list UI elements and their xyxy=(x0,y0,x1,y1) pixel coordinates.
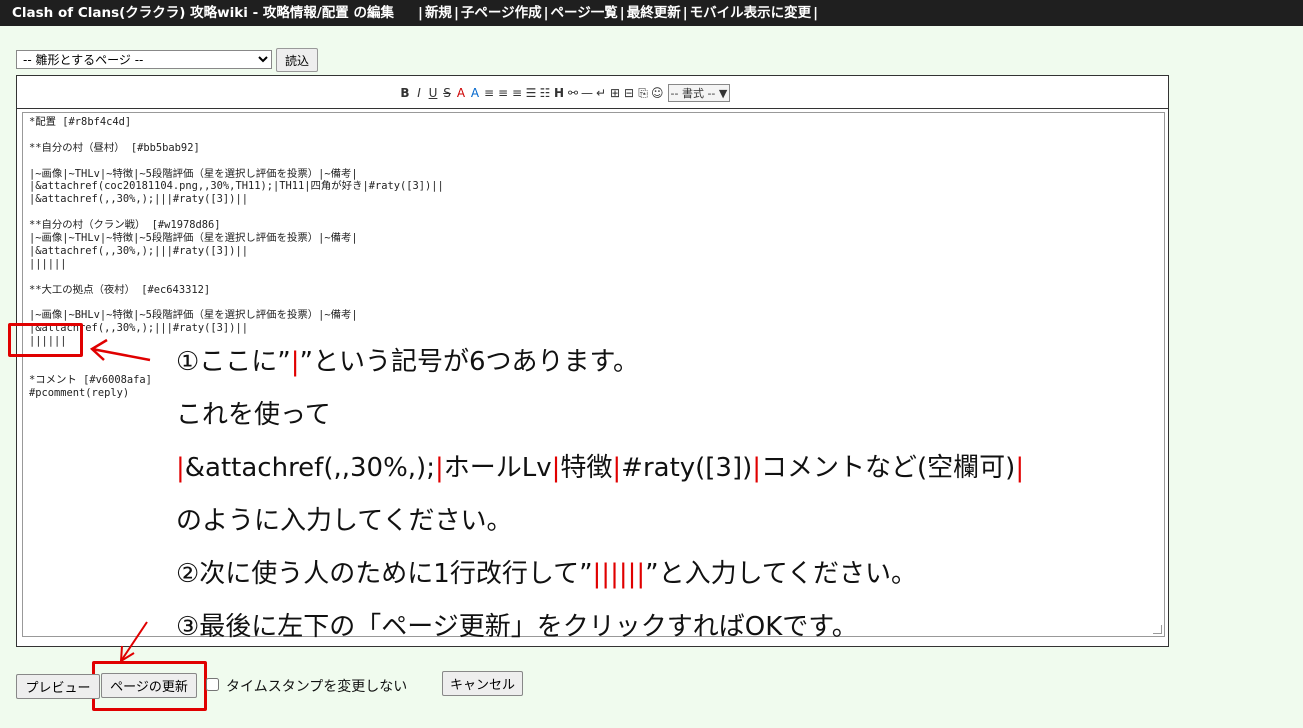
page-title: Clash of Clans(クラクラ) 攻略wiki - 攻略情報/配置 の編… xyxy=(12,5,395,21)
list-icon[interactable]: ☰ xyxy=(525,86,537,100)
instruction-5-text-b: ”と入力してください。 xyxy=(645,559,918,589)
instruction-1-text-b: ”という記号が6つあります。 xyxy=(299,347,639,377)
source-line: |~画像|~THLv|~特徴|~5段階評価（星を選択し評価を投票）|~備考| xyxy=(29,232,358,245)
format-dropdown[interactable]: -- 書式 -- ▼ xyxy=(667,84,731,102)
source-line: **自分の村（クラン戦） [#w1978d86] xyxy=(29,219,221,232)
instructions-overlay: ①ここに”|”という記号が6つあります。 これを使って |&attachref(… xyxy=(176,336,1236,654)
format-pipe: | xyxy=(434,453,444,483)
font-color-icon[interactable]: A xyxy=(455,86,467,100)
source-line: |&attachref(,,30%,);|||#raty([3])|| xyxy=(29,322,248,335)
menu-new[interactable]: 新規 xyxy=(425,5,452,21)
cancel-button[interactable]: キャンセル xyxy=(442,671,523,696)
instruction-line-6: ③最後に左下の「ページ更新」をクリックすればOKです。 xyxy=(176,612,858,642)
source-line xyxy=(29,271,1158,284)
menu-mobile[interactable]: モバイル表示に変更 xyxy=(690,5,812,21)
bold-icon[interactable]: B xyxy=(399,86,411,100)
instruction-line-4: のように入力してください。 xyxy=(176,506,513,536)
annotation-box-pipes xyxy=(8,323,83,357)
format-pipe: | xyxy=(176,453,185,483)
source-line: |&attachref(,,30%,);|||#raty([3])|| xyxy=(29,193,248,206)
format-feature: 特徴 xyxy=(560,453,613,483)
source-line xyxy=(29,206,1158,219)
preview-button[interactable]: プレビュー xyxy=(16,674,100,699)
source-line xyxy=(29,129,1158,142)
source-line: **自分の村（昼村） [#bb5bab92] xyxy=(29,141,200,154)
instruction-5-text-a: ②次に使う人のために1行改行して” xyxy=(176,559,593,589)
italic-icon[interactable]: I xyxy=(413,86,425,100)
no-timestamp-label: タイムスタンプを変更しない xyxy=(226,679,408,695)
instruction-line-2: これを使って xyxy=(176,400,331,430)
top-menu-bar: Clash of Clans(クラクラ) 攻略wiki - 攻略情報/配置 の編… xyxy=(0,0,1303,26)
instruction-line-1: ①ここに”|”という記号が6つあります。 xyxy=(176,336,1236,389)
link-icon[interactable]: ⚯ xyxy=(567,86,579,100)
format-hall-level: ホールLv xyxy=(443,453,552,483)
format-toolbar: B I U S A A ≡ ≡ ≡ ☰ ☷ H ⚯ — ↵ ⊞ ⊟ ⎘ ☺ --… xyxy=(399,84,731,102)
source-line xyxy=(29,296,1158,309)
template-select[interactable]: -- 雛形とするページ -- xyxy=(16,50,272,69)
instruction-5-pipes: |||||| xyxy=(592,559,646,589)
update-page-button[interactable]: ページの更新 xyxy=(101,673,197,698)
align-right-icon[interactable]: ≡ xyxy=(511,86,523,100)
menu-create-child[interactable]: 子ページ作成 xyxy=(461,5,542,21)
table-icon[interactable]: ⊞ xyxy=(609,86,621,100)
instruction-line-3: |&attachref(,,30%,);|ホールLv|特徴|#raty([3])… xyxy=(176,442,1236,495)
source-line: |||||| xyxy=(29,257,67,270)
no-timestamp-checkbox[interactable] xyxy=(206,678,219,691)
format-attachref: &attachref(,,30%,); xyxy=(184,453,435,483)
menu-page-list[interactable]: ページ一覧 xyxy=(551,5,618,21)
source-line: *配置 [#r8bf4c4d] xyxy=(29,116,132,128)
format-pipe: | xyxy=(752,453,762,483)
format-comment: コメントなど(空欄可) xyxy=(761,453,1016,483)
table2-icon[interactable]: ⊟ xyxy=(623,86,635,100)
source-line xyxy=(29,155,1158,168)
instruction-1-pipe: | xyxy=(290,347,300,377)
format-raty: #raty([3]) xyxy=(621,453,753,483)
source-line: |&attachref(coc20181104.png,,30%,TH11);|… xyxy=(29,180,444,193)
heading-icon[interactable]: H xyxy=(553,86,565,100)
smiley-icon[interactable]: ☺ xyxy=(651,86,664,100)
source-line: |~画像|~BHLv|~特徴|~5段階評価（星を選択し評価を投票）|~備考| xyxy=(29,309,358,322)
source-line: |~画像|~THLv|~特徴|~5段階評価（星を選択し評価を投票）|~備考| xyxy=(29,167,358,180)
br-icon[interactable]: ↵ xyxy=(595,86,607,100)
strike-icon[interactable]: S xyxy=(441,86,453,100)
menu-recent[interactable]: 最終更新 xyxy=(627,5,681,21)
format-pipe: | xyxy=(612,453,622,483)
toolbar-divider xyxy=(17,108,1168,109)
underline-icon[interactable]: U xyxy=(427,86,439,100)
format-pipe: | xyxy=(1015,453,1025,483)
numbered-list-icon[interactable]: ☷ xyxy=(539,86,551,100)
instruction-1-text-a: ①ここに” xyxy=(176,347,291,377)
top-menu: | 新規 | 子ページ作成 | ページ一覧 | 最終更新 | モバイル表示に変更 | xyxy=(418,5,819,21)
source-line: |&attachref(,,30%,);|||#raty([3])|| xyxy=(29,244,248,257)
highlight-icon[interactable]: A xyxy=(469,86,481,100)
align-left-icon[interactable]: ≡ xyxy=(483,86,495,100)
load-button[interactable]: 読込 xyxy=(276,48,318,72)
attach-icon[interactable]: ⎘ xyxy=(637,86,649,101)
source-line: **大工の拠点（夜村） [#ec643312] xyxy=(29,283,211,296)
hr-icon[interactable]: — xyxy=(581,86,593,100)
align-center-icon[interactable]: ≡ xyxy=(497,86,509,100)
instruction-line-5: ②次に使う人のために1行改行して”||||||”と入力してください。 xyxy=(176,548,1236,601)
